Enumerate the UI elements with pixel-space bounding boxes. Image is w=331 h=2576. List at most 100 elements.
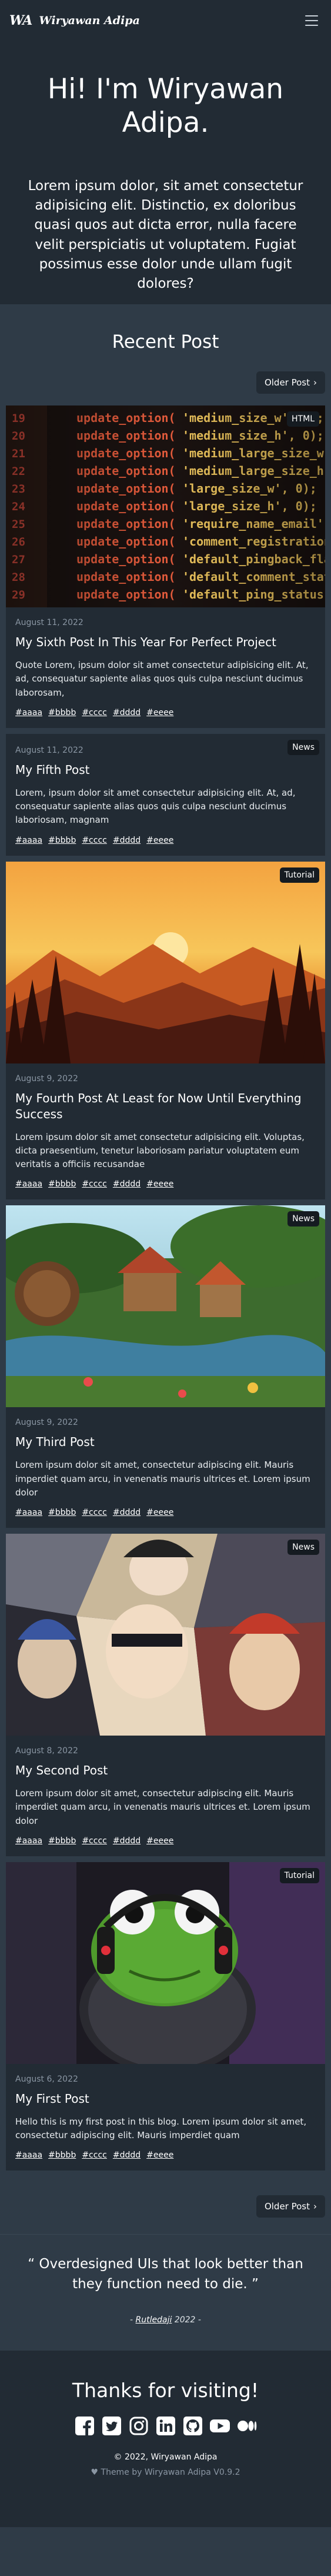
post-date: August 9, 2022 <box>15 1418 78 1428</box>
menu-toggle-icon[interactable] <box>302 11 322 31</box>
quote-text: “ Overdesigned UIs that look better than… <box>28 2256 303 2292</box>
tag-link[interactable]: #bbbb <box>48 836 76 845</box>
post-title[interactable]: My Fourth Post At Least for Now Until Ev… <box>15 1091 316 1122</box>
tag-link[interactable]: #dddd <box>113 1836 141 1846</box>
tag-link[interactable]: #bbbb <box>48 1508 76 1517</box>
medium-icon[interactable] <box>236 2415 258 2437</box>
footer-thanks: Thanks for visiting! <box>72 2378 259 2402</box>
tag-list: #aaaa #bbbb #cccc #dddd #eeee <box>15 1179 316 1189</box>
older-post-label: Older Post <box>264 2201 310 2212</box>
github-icon[interactable] <box>182 2415 204 2437</box>
tag-link[interactable]: #aaaa <box>15 1179 42 1189</box>
tag-link[interactable]: #aaaa <box>15 1836 42 1846</box>
twitter-icon[interactable] <box>101 2415 123 2437</box>
post-excerpt: Quote Lorem, ipsum dolor sit amet consec… <box>15 660 309 698</box>
hero-title: Hi! I'm Wiryawan Adipa. <box>47 73 284 139</box>
post-excerpt: Lorem ipsum dolor sit amet, consectetur … <box>15 1460 310 1498</box>
post-excerpt: Hello this is my first post in this blog… <box>15 2116 307 2140</box>
post-excerpt: Lorem ipsum dolor sit amet, consectetur … <box>15 1788 310 1826</box>
instagram-icon[interactable] <box>128 2415 150 2437</box>
tag-link[interactable]: #dddd <box>113 1508 141 1517</box>
older-post-button-bottom[interactable]: Older Post › <box>256 2195 325 2218</box>
category-badge[interactable]: Tutorial <box>279 1867 319 1883</box>
hero-section: Hi! I'm Wiryawan Adipa. Lorem ipsum dolo… <box>0 41 331 304</box>
category-badge[interactable]: News <box>287 1211 319 1227</box>
tag-link[interactable]: #aaaa <box>15 2150 42 2160</box>
social-links <box>12 2415 319 2437</box>
tag-link[interactable]: #cccc <box>82 2150 107 2160</box>
post-title[interactable]: My Third Post <box>15 1434 316 1450</box>
tag-list: #aaaa #bbbb #cccc #dddd #eeee <box>15 2150 316 2160</box>
tag-list: #aaaa #bbbb #cccc #dddd #eeee <box>15 1508 316 1517</box>
post-card[interactable]: News August 9, 2022 My Third Post Lorem … <box>6 1205 325 1528</box>
tag-link[interactable]: #bbbb <box>48 1836 76 1846</box>
tag-link[interactable]: #cccc <box>82 1836 107 1846</box>
navbar: WA Wiryawan Adipa <box>0 0 331 41</box>
tag-link[interactable]: #eeee <box>146 836 173 845</box>
tag-link[interactable]: #cccc <box>82 836 107 845</box>
tag-link[interactable]: #aaaa <box>15 836 42 845</box>
post-title[interactable]: My Second Post <box>15 1763 316 1779</box>
tag-link[interactable]: #dddd <box>113 2150 141 2160</box>
older-post-button[interactable]: Older Post › <box>256 371 325 394</box>
brand-name[interactable]: Wiryawan Adipa <box>39 14 140 27</box>
post-date: August 9, 2022 <box>15 1073 78 1083</box>
post-image-frog-plush[interactable]: Tutorial <box>6 1862 325 2064</box>
tag-link[interactable]: #eeee <box>146 1508 173 1517</box>
copyright: © 2022, Wiryawan Adipa <box>113 2452 218 2462</box>
tag-link[interactable]: #cccc <box>82 1179 107 1189</box>
linkedin-icon[interactable] <box>155 2415 177 2437</box>
quote-section: “ Overdesigned UIs that look better than… <box>0 2234 331 2351</box>
post-date: August 11, 2022 <box>15 618 83 627</box>
post-card[interactable]: News August 8, 2022 My Second Post Lorem… <box>6 1534 325 1856</box>
post-title[interactable]: My Fifth Post <box>15 762 316 778</box>
tag-link[interactable]: #eeee <box>146 708 173 717</box>
tag-link[interactable]: #eeee <box>146 1836 173 1846</box>
post-card[interactable]: Tutorial August 6, 2022 My First Post He… <box>6 1862 325 2171</box>
post-image-fantasy-village[interactable]: News <box>6 1205 325 1408</box>
tag-link[interactable]: #cccc <box>82 1508 107 1517</box>
heart-icon: ♥ <box>91 2467 99 2477</box>
theme-credit: ♥ Theme by Wiryawan Adipa V0.9.2 <box>91 2467 240 2477</box>
facebook-icon[interactable] <box>73 2415 96 2437</box>
tag-link[interactable]: #aaaa <box>15 708 42 717</box>
tag-link[interactable]: #cccc <box>82 708 107 717</box>
tag-link[interactable]: #dddd <box>113 708 141 717</box>
footer: Thanks for visiting! © 2022, Wiryawan Ad… <box>0 2350 331 2527</box>
post-date: August 11, 2022 <box>15 745 83 755</box>
post-date: August 6, 2022 <box>15 2074 78 2084</box>
category-badge[interactable]: Tutorial <box>279 867 319 883</box>
tag-list: #aaaa #bbbb #cccc #dddd #eeee <box>15 708 316 717</box>
tag-link[interactable]: #bbbb <box>48 2150 76 2160</box>
post-card[interactable]: Tutorial August 9, 2022 My Fourth Post A… <box>6 861 325 1200</box>
category-badge[interactable]: News <box>287 739 319 755</box>
quote-source: - Rutledaji 2022 - <box>130 2315 201 2325</box>
post-title[interactable]: My Sixth Post In This Year For Perfect P… <box>15 634 316 650</box>
category-badge[interactable]: News <box>287 1540 319 1555</box>
section-title: Recent Post <box>112 331 219 353</box>
tag-link[interactable]: #eeee <box>146 1179 173 1189</box>
category-badge[interactable]: HTML <box>287 411 319 427</box>
tag-list: #aaaa #bbbb #cccc #dddd #eeee <box>15 836 316 845</box>
post-card[interactable]: News August 11, 2022 My Fifth Post Lorem… <box>6 733 325 856</box>
brand-logo[interactable]: WA <box>9 13 32 28</box>
tag-link[interactable]: #bbbb <box>48 708 76 717</box>
post-card[interactable]: 19 20 21 22 23 24 25 26 27 28 29 update_… <box>6 405 325 728</box>
tag-link[interactable]: #eeee <box>146 2150 173 2160</box>
tag-link[interactable]: #dddd <box>113 836 141 845</box>
hero-text: Lorem ipsum dolor, sit amet consectetur … <box>28 178 303 292</box>
quote-author-link[interactable]: Rutledaji <box>136 2315 172 2325</box>
post-image-sunset-forest[interactable]: Tutorial <box>6 861 325 1063</box>
post-list: 19 20 21 22 23 24 25 26 27 28 29 update_… <box>0 405 331 2171</box>
post-image-code-screen[interactable]: 19 20 21 22 23 24 25 26 27 28 29 update_… <box>6 405 325 607</box>
tag-link[interactable]: #aaaa <box>15 1508 42 1517</box>
post-excerpt: Lorem ipsum dolor sit amet consectetur a… <box>15 1131 305 1170</box>
tag-link[interactable]: #bbbb <box>48 1179 76 1189</box>
post-image-anime-collage[interactable]: News <box>6 1534 325 1736</box>
brand[interactable]: WA Wiryawan Adipa <box>9 13 140 28</box>
older-post-label: Older Post <box>264 377 310 388</box>
post-title[interactable]: My First Post <box>15 2091 316 2107</box>
post-excerpt: Lorem, ipsum dolor sit amet consectetur … <box>15 787 296 826</box>
tag-link[interactable]: #dddd <box>113 1179 141 1189</box>
youtube-icon[interactable] <box>209 2415 231 2437</box>
